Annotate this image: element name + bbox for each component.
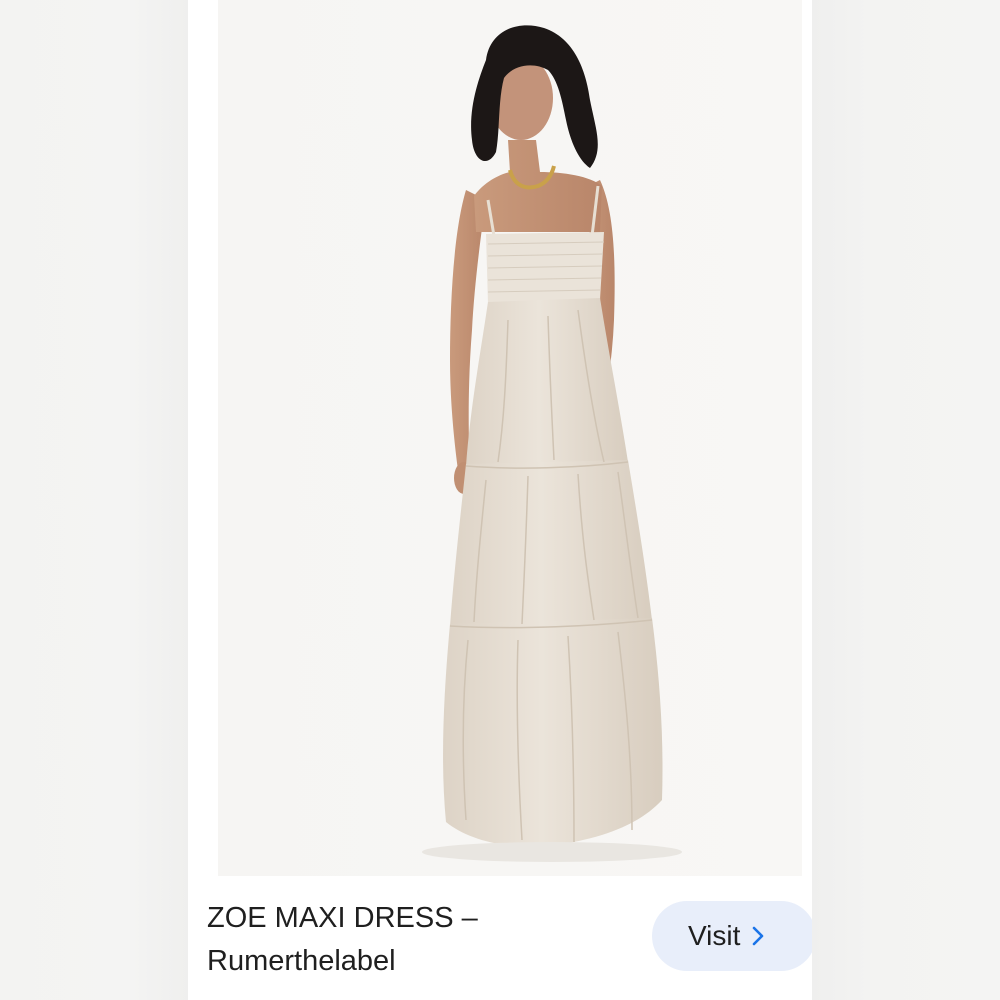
left-background (0, 0, 188, 1000)
title-line-1[interactable]: ZOE MAXI DRESS – (207, 897, 607, 940)
visit-label: Visit (688, 920, 741, 951)
screen: ZOE MAXI DRESS – Rumerthelabel Visit (0, 0, 1000, 1000)
product-image[interactable] (218, 0, 802, 876)
result-card[interactable]: ZOE MAXI DRESS – Rumerthelabel Visit (188, 0, 812, 1000)
title-line-2[interactable]: Rumerthelabel (207, 940, 607, 983)
chevron-right-icon (752, 926, 764, 946)
right-background (812, 0, 1000, 1000)
result-title[interactable]: ZOE MAXI DRESS – Rumerthelabel (207, 897, 607, 983)
visit-button[interactable]: Visit (652, 901, 812, 971)
dress-illustration (218, 0, 802, 876)
